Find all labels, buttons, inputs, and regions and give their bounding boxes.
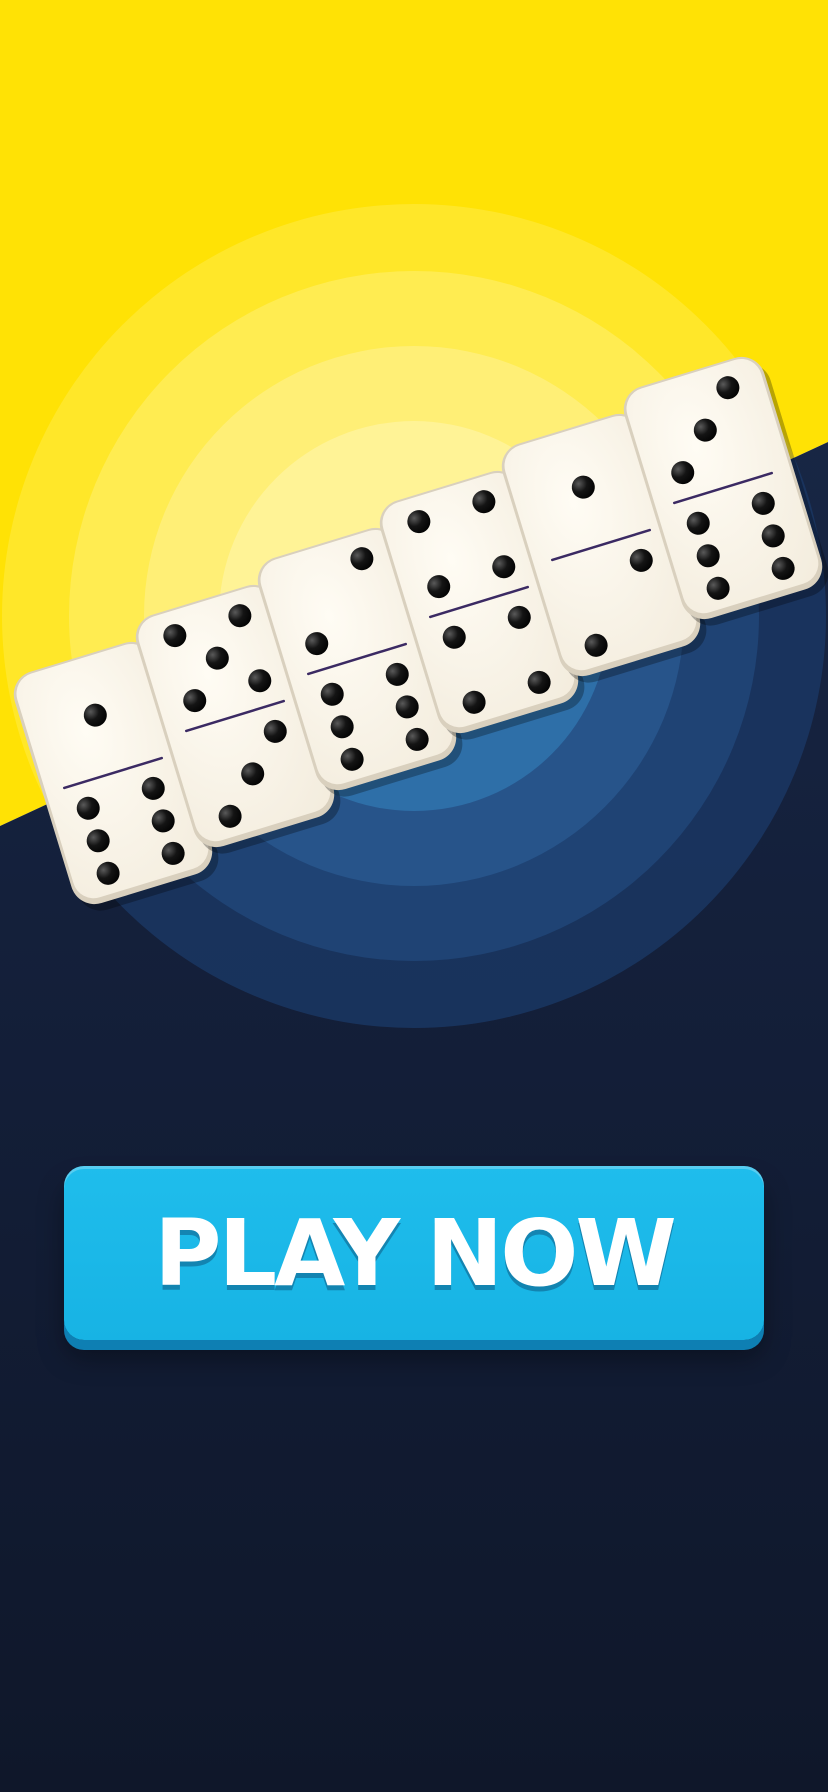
play-now-button[interactable]: PLAY NOW bbox=[64, 1166, 764, 1340]
game-background bbox=[0, 0, 828, 1792]
play-now-label: PLAY NOW bbox=[154, 1199, 677, 1307]
